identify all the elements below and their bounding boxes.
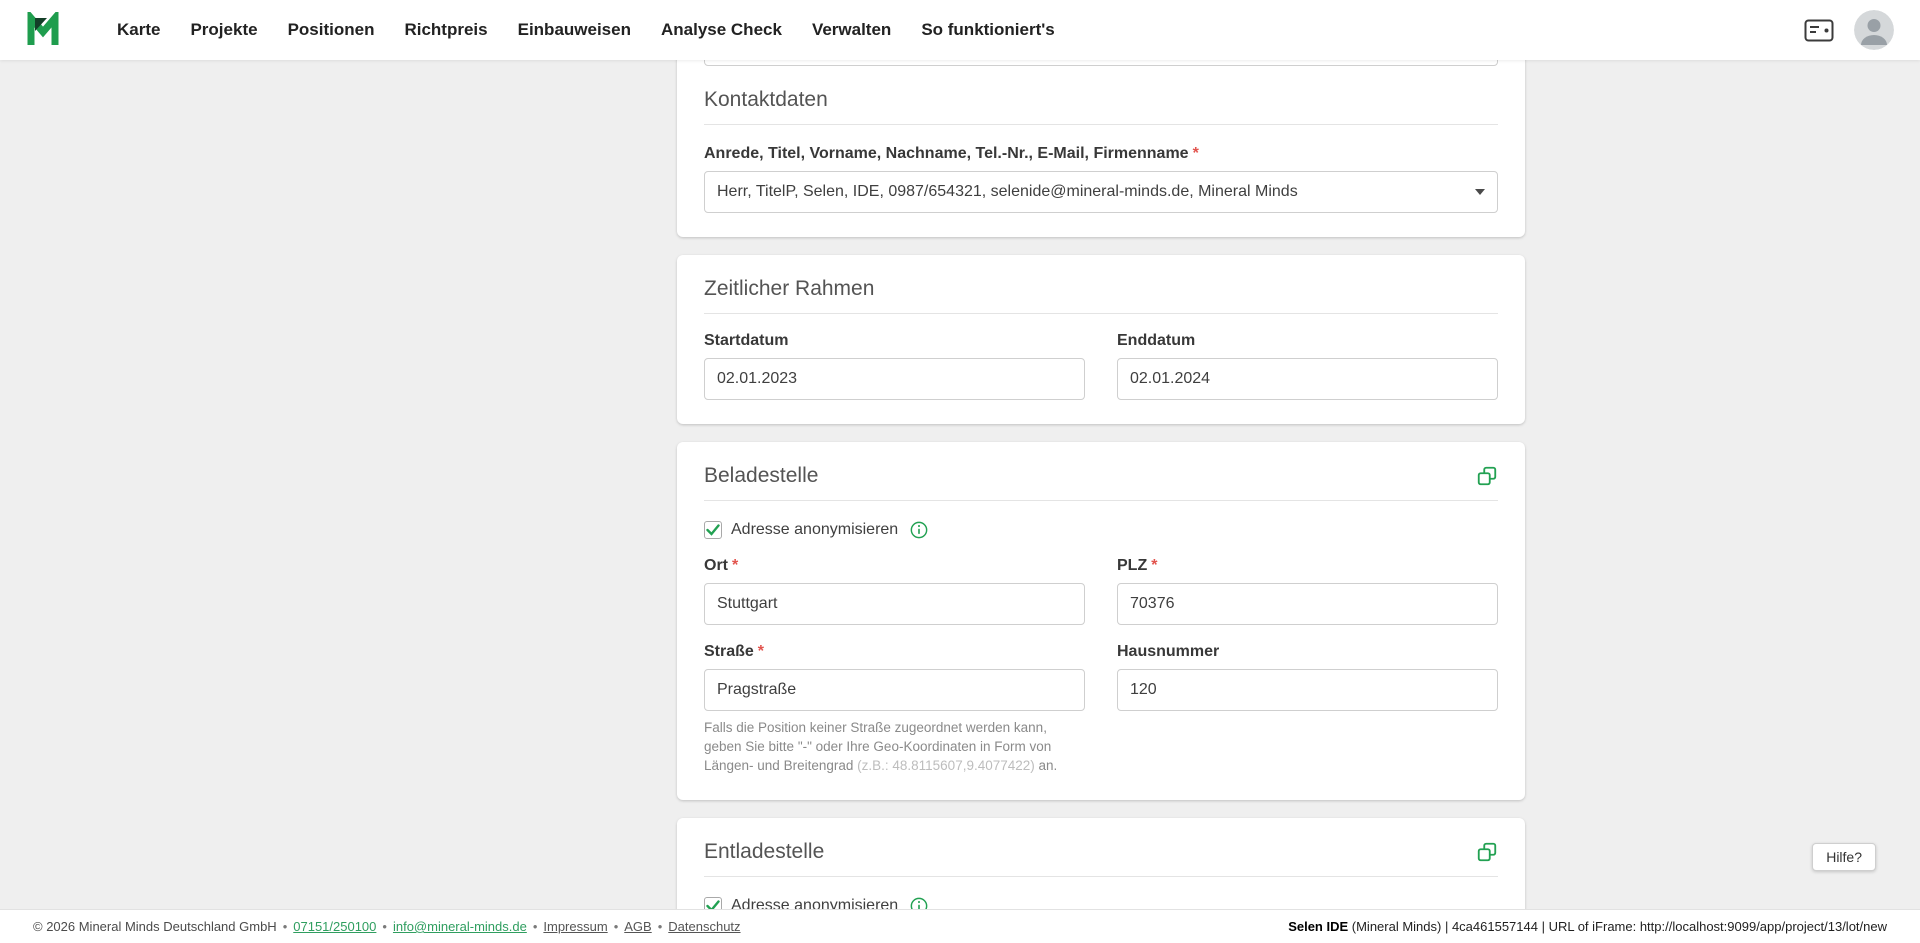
beladestelle-hausnummer-input[interactable] [1117, 669, 1498, 711]
footer-separator: • [532, 919, 538, 934]
divider [704, 124, 1498, 125]
entladestelle-heading-row: Entladestelle [704, 840, 1498, 864]
entladestelle-anonymize-row[interactable]: Adresse anonymisieren [704, 896, 1498, 909]
footer-separator: • [282, 919, 288, 934]
zeitlicher-rahmen-heading: Zeitlicher Rahmen [704, 277, 875, 300]
strasse-label: Straße * [704, 643, 1085, 661]
divider [704, 500, 1498, 501]
entladestelle-card: Entladestelle Adresse anonymisieren [677, 817, 1525, 909]
nav-item-einbauweisen[interactable]: Einbauweisen [503, 11, 646, 49]
beladestelle-plz-input[interactable] [1117, 583, 1498, 625]
footer-separator: • [613, 919, 619, 934]
contact-select-value: Herr, TitelP, Selen, IDE, 0987/654321, s… [717, 183, 1298, 200]
required-asterisk: * [1151, 557, 1158, 574]
required-asterisk: * [757, 643, 765, 660]
copy-icon[interactable] [1476, 465, 1498, 487]
footer-left: © 2026 Mineral Minds Deutschland GmbH • … [33, 919, 741, 934]
timeframe-fields: Startdatum Enddatum [704, 332, 1498, 400]
startdatum-field: Startdatum [704, 332, 1085, 400]
hausnummer-label: Hausnummer [1117, 643, 1220, 660]
beladestelle-strasse-input[interactable] [704, 669, 1085, 711]
beladestelle-hausnummer-field: Hausnummer [1117, 643, 1498, 711]
nav-item-karte[interactable]: Karte [102, 11, 175, 49]
startdatum-label: Startdatum [704, 332, 789, 349]
user-avatar[interactable] [1854, 10, 1894, 50]
beladestelle-ort-input[interactable] [704, 583, 1085, 625]
footer: © 2026 Mineral Minds Deutschland GmbH • … [0, 909, 1920, 943]
beladestelle-card: Beladestelle Adresse anonymisieren Ort *… [677, 442, 1525, 800]
kontaktdaten-card: Kontaktdaten Anrede, Titel, Vorname, Nac… [677, 60, 1525, 237]
beladestelle-ort-field: Ort * [704, 557, 1085, 625]
kontaktdaten-heading: Kontaktdaten [704, 88, 828, 111]
plz-label-text: PLZ [1117, 557, 1148, 574]
divider [704, 313, 1498, 314]
checkbox-checked-icon[interactable] [704, 896, 722, 909]
beladestelle-fields: Ort* PLZ* Straße* Falls die P [704, 557, 1498, 776]
footer-user-name: Selen IDE [1288, 919, 1349, 934]
plz-label: PLZ * [1117, 557, 1498, 575]
helper-text-example: (z.B.: 48.8115607,9.4077422) [857, 757, 1035, 773]
required-asterisk: * [1192, 145, 1199, 162]
checkbox-checked-icon[interactable] [704, 521, 722, 539]
contact-select[interactable]: Herr, TitelP, Selen, IDE, 0987/654321, s… [704, 171, 1498, 213]
info-icon[interactable] [910, 897, 928, 909]
mineral-minds-logo-icon [27, 12, 59, 45]
help-button[interactable]: Hilfe? [1812, 843, 1876, 871]
footer-separator: • [382, 919, 387, 934]
main-scroll-area[interactable]: Kontaktdaten Anrede, Titel, Vorname, Nac… [0, 60, 1920, 909]
contact-field-label: Anrede, Titel, Vorname, Nachname, Tel.-N… [704, 145, 1498, 163]
nav-item-positionen[interactable]: Positionen [273, 11, 390, 49]
beladestelle-strasse-field: Straße* Falls die Position keiner Straße… [704, 643, 1085, 776]
zeitlicher-rahmen-card: Zeitlicher Rahmen Startdatum Enddatum [677, 255, 1525, 424]
strasse-label-text: Straße [704, 643, 754, 660]
footer-phone-link[interactable]: 07151/250100 [293, 919, 376, 934]
footer-link-agb[interactable]: AGB [624, 919, 651, 934]
person-icon [1854, 10, 1894, 50]
copy-icon[interactable] [1476, 841, 1498, 863]
logo[interactable] [26, 12, 64, 48]
footer-email-link[interactable]: info@mineral-minds.de [393, 919, 527, 934]
enddatum-input[interactable] [1117, 358, 1498, 400]
form-column: Kontaktdaten Anrede, Titel, Vorname, Nac… [677, 60, 1525, 909]
anonymize-label: Adresse anonymisieren [731, 521, 899, 538]
contact-field-label-text: Anrede, Titel, Vorname, Nachname, Tel.-N… [704, 145, 1189, 162]
strasse-helper-text: Falls die Position keiner Straße zugeord… [704, 719, 1085, 776]
chevron-down-icon [1475, 189, 1485, 195]
helper-text-end: an. [1034, 757, 1058, 773]
main-nav: Karte Projekte Positionen Richtpreis Ein… [102, 11, 1070, 49]
info-icon[interactable] [910, 521, 928, 539]
beladestelle-plz-field: PLZ * [1117, 557, 1498, 625]
footer-separator: • [657, 919, 663, 934]
required-asterisk: * [732, 557, 739, 574]
enddatum-label: Enddatum [1117, 332, 1196, 349]
divider [704, 875, 1498, 877]
terminal-icon[interactable] [1804, 19, 1834, 42]
ort-label-text: Ort [704, 557, 728, 574]
beladestelle-heading-row: Beladestelle [704, 464, 1498, 488]
nav-item-so-funktionierts[interactable]: So funktioniert's [906, 11, 1069, 49]
enddatum-field: Enddatum [1117, 332, 1498, 400]
ort-label: Ort * [704, 557, 1085, 575]
nav-right-actions [1804, 10, 1894, 50]
footer-right: Selen IDE (Mineral Minds) | 4ca461557144… [1288, 919, 1887, 934]
copyright-text: © 2026 Mineral Minds Deutschland GmbH [33, 919, 277, 934]
footer-link-datenschutz[interactable]: Datenschutz [668, 919, 740, 934]
beladestelle-heading: Beladestelle [704, 464, 819, 487]
footer-session-info: (Mineral Minds) | 4ca461557144 | URL of … [1348, 919, 1887, 934]
truncated-top-input[interactable] [704, 60, 1498, 66]
nav-item-analyse-check[interactable]: Analyse Check [646, 11, 797, 49]
anonymize-label: Adresse anonymisieren [731, 896, 899, 909]
footer-link-impressum[interactable]: Impressum [543, 919, 607, 934]
nav-item-projekte[interactable]: Projekte [175, 11, 272, 49]
nav-item-verwalten[interactable]: Verwalten [797, 11, 906, 49]
nav-item-richtpreis[interactable]: Richtpreis [389, 11, 502, 49]
entladestelle-heading: Entladestelle [704, 839, 825, 863]
beladestelle-anonymize-row[interactable]: Adresse anonymisieren [704, 521, 1498, 539]
startdatum-input[interactable] [704, 358, 1085, 400]
top-navigation: Karte Projekte Positionen Richtpreis Ein… [0, 0, 1920, 60]
